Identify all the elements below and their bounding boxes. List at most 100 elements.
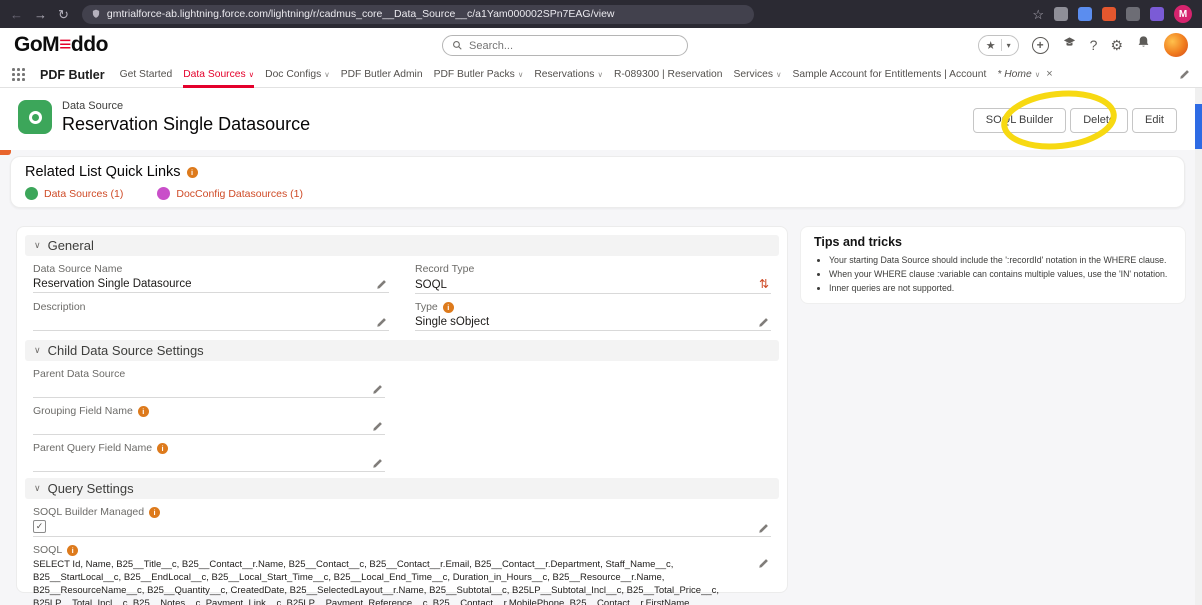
edit-pencil-icon[interactable] (372, 421, 383, 432)
tab-get-started[interactable]: Get Started (120, 62, 173, 88)
help-icon[interactable]: ? (1090, 38, 1098, 52)
field-soql: SOQLi SELECT Id, Name, B25__Title__c, B2… (33, 543, 771, 605)
app-name: PDF Butler (40, 68, 105, 82)
logo-text: GoM (14, 33, 59, 56)
tab-sample-account[interactable]: Sample Account for Entitlements | Accoun… (793, 62, 987, 88)
delete-button[interactable]: Delete (1070, 108, 1128, 133)
tab-services[interactable]: Services∨ (734, 62, 782, 88)
section-header-query-settings[interactable]: ∨ Query Settings (25, 478, 779, 499)
tip-item: Your starting Data Source should include… (829, 253, 1172, 267)
edit-pencil-icon[interactable] (376, 279, 387, 290)
search-icon (452, 40, 463, 51)
field-value: SOQL (415, 279, 759, 291)
edit-navigation-pencil-icon[interactable] (1179, 69, 1190, 80)
tab-data-sources[interactable]: Data Sources∨ (183, 62, 254, 88)
setup-gear-icon[interactable]: ⚙ (1110, 38, 1123, 52)
edit-pencil-icon[interactable] (758, 523, 769, 534)
info-icon[interactable]: i (149, 507, 160, 518)
edit-pencil-icon[interactable] (372, 384, 383, 395)
search-input[interactable] (469, 40, 678, 52)
chevron-down-icon: ∨ (1035, 70, 1041, 79)
global-search[interactable] (442, 35, 688, 56)
quick-link-docconfig-datasources[interactable]: DocConfig Datasources (1) (157, 187, 303, 200)
field-record-type: Record Type SOQL ⇅ (415, 262, 771, 294)
field-data-source-name: Data Source Name Reservation Single Data… (33, 262, 389, 294)
logo-text: ddo (71, 33, 108, 56)
app-header: GoM≡ddo ★ ▾ + ? ⚙ (0, 28, 1202, 62)
record-header: Data Source Reservation Single Datasourc… (0, 88, 1195, 150)
record-detail-card: ∨ General Data Source Name Reservation S… (16, 226, 788, 593)
browser-profile-avatar[interactable]: M (1174, 5, 1192, 23)
notifications-bell-icon[interactable] (1136, 35, 1151, 55)
url-bar[interactable]: gmtrialforce-ab.lightning.force.com/ligh… (82, 5, 754, 24)
record-entity-label: Data Source (62, 100, 310, 112)
chevron-down-icon: ∨ (249, 70, 255, 79)
tab-r-089300-reservation[interactable]: R-089300 | Reservation (614, 62, 723, 88)
navigation-bar: PDF Butler Get Started Data Sources∨ Doc… (0, 62, 1202, 88)
site-info-shield-icon (91, 9, 101, 19)
user-avatar[interactable] (1164, 33, 1188, 57)
section-header-child-settings[interactable]: ∨ Child Data Source Settings (25, 340, 779, 361)
info-icon[interactable]: i (138, 406, 149, 417)
tab-reservations[interactable]: Reservations∨ (534, 62, 603, 88)
chevron-down-icon: ∨ (518, 70, 524, 79)
info-icon[interactable]: i (187, 167, 198, 178)
edit-pencil-icon[interactable] (758, 558, 769, 569)
chevron-down-icon: ∨ (34, 483, 41, 494)
soql-builder-managed-checkbox[interactable]: ✓ (33, 520, 46, 533)
edit-pencil-icon[interactable] (758, 317, 769, 328)
guidance-center-icon[interactable] (1062, 35, 1077, 55)
forward-icon[interactable]: → (34, 8, 47, 21)
favorites-button[interactable]: ★ ▾ (978, 35, 1019, 56)
field-parent-query-field-name: Parent Query Field Namei (33, 441, 385, 472)
favorite-star-icon: ★ (986, 39, 996, 52)
quick-links-title: Related List Quick Links (25, 164, 181, 180)
tab-pdf-butler-packs[interactable]: PDF Butler Packs∨ (434, 62, 524, 88)
info-icon[interactable]: i (157, 443, 168, 454)
extension-icon[interactable] (1078, 7, 1092, 21)
global-actions-icon[interactable]: + (1032, 37, 1049, 54)
field-parent-data-source: Parent Data Source (33, 367, 385, 398)
tip-item: Inner queries are not supported. (829, 281, 1172, 295)
scrollbar-thumb[interactable] (1195, 104, 1202, 149)
edit-button[interactable]: Edit (1132, 108, 1177, 133)
edit-pencil-icon[interactable] (372, 458, 383, 469)
field-type: Typei Single sObject (415, 300, 771, 331)
docconfig-datasources-icon (157, 187, 170, 200)
related-list-quick-links-card: Related List Quick Links i Data Sources … (10, 156, 1185, 208)
change-record-type-icon[interactable]: ⇅ (759, 277, 769, 291)
field-value: Reservation Single Datasource (33, 278, 376, 290)
info-icon[interactable]: i (443, 302, 454, 313)
quick-link-data-sources[interactable]: Data Sources (1) (25, 187, 123, 200)
chevron-down-icon: ▾ (1007, 41, 1011, 50)
chevron-down-icon: ∨ (776, 70, 782, 79)
field-value: Single sObject (415, 316, 758, 328)
field-soql-builder-managed: SOQL Builder Managedi ✓ (33, 505, 771, 537)
tab-doc-configs[interactable]: Doc Configs∨ (265, 62, 330, 88)
close-tab-icon[interactable]: × (1046, 68, 1052, 80)
chevron-down-icon: ∨ (324, 70, 330, 79)
tab-home-temporary[interactable]: * Home∨× (997, 62, 1052, 88)
gomeddo-logo[interactable]: GoM≡ddo (14, 33, 108, 57)
extension-icon[interactable] (1102, 7, 1116, 21)
bookmark-star-icon[interactable]: ☆ (1032, 8, 1044, 21)
extension-icon[interactable] (1126, 7, 1140, 21)
extension-icon[interactable] (1150, 7, 1164, 21)
data-source-record-icon (18, 100, 52, 134)
back-icon[interactable]: ← (10, 8, 23, 21)
tab-pdf-butler-admin[interactable]: PDF Butler Admin (341, 62, 423, 88)
soql-builder-button[interactable]: SOQL Builder (973, 108, 1066, 133)
field-description: Description (33, 300, 389, 331)
url-text: gmtrialforce-ab.lightning.force.com/ligh… (107, 8, 615, 20)
tips-and-tricks-card: Tips and tricks Your starting Data Sourc… (800, 226, 1186, 304)
scrollbar-track[interactable] (1195, 88, 1202, 605)
edit-pencil-icon[interactable] (376, 317, 387, 328)
logo-accent-glyph: ≡ (59, 33, 71, 56)
info-icon[interactable]: i (67, 545, 78, 556)
extension-pencil-icon[interactable] (1054, 7, 1068, 21)
data-sources-icon (25, 187, 38, 200)
section-header-general[interactable]: ∨ General (25, 235, 779, 256)
app-launcher-icon[interactable] (12, 68, 25, 81)
refresh-icon[interactable]: ↻ (58, 8, 69, 21)
field-grouping-field-name: Grouping Field Namei (33, 404, 385, 435)
